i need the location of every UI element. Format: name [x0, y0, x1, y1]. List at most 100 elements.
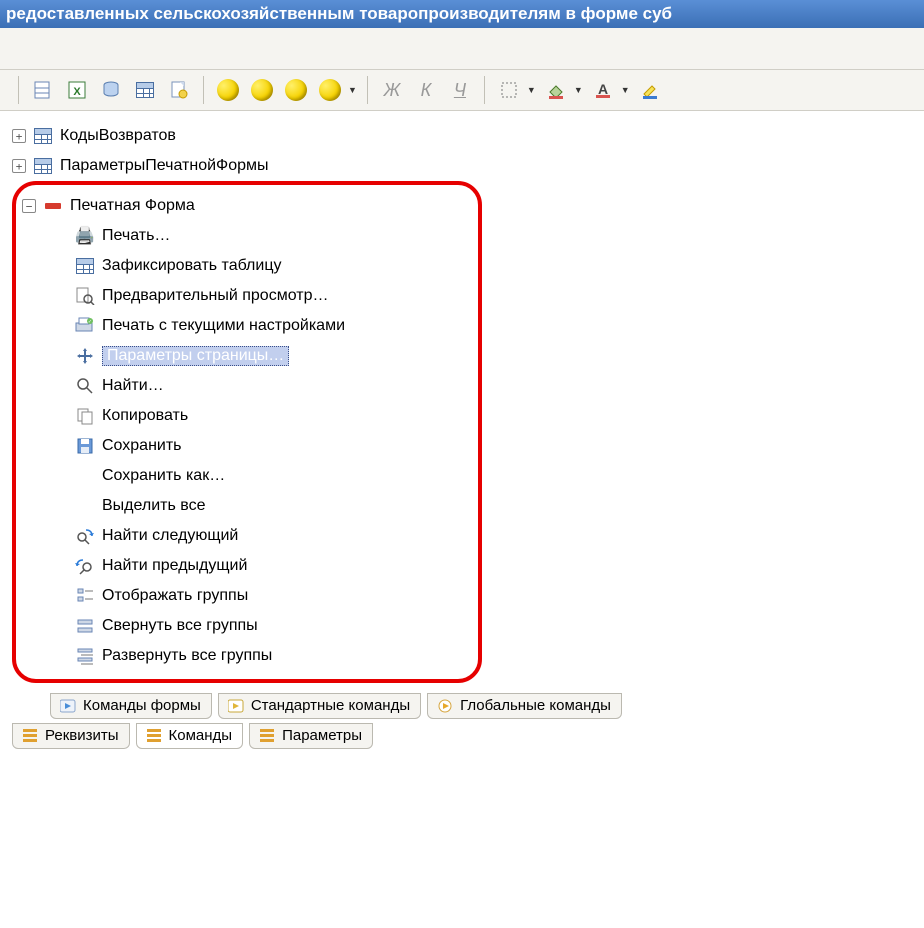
toolbar: X ▼ Ж К Ч ▼ ▼ A ▼ — [0, 70, 924, 111]
note-icon[interactable] — [165, 76, 193, 104]
tree-label: Зафиксировать таблицу — [102, 257, 281, 275]
tree: + КодыВозвратов + ПараметрыПечатнойФормы… — [6, 117, 918, 689]
tree-item[interactable]: Зафиксировать таблицу — [22, 251, 472, 281]
tree-item[interactable]: Сохранить как… — [22, 461, 472, 491]
tree-item[interactable]: Предварительный просмотр… — [22, 281, 472, 311]
move-icon — [74, 346, 96, 366]
tab-commands[interactable]: Команды — [136, 723, 244, 749]
tree-item[interactable]: Найти… — [22, 371, 472, 401]
italic-button[interactable]: К — [412, 76, 440, 104]
tree-item[interactable]: Выделить все — [22, 491, 472, 521]
tree-label: Развернуть все группы — [102, 647, 272, 665]
tree-label: Печать… — [102, 227, 170, 245]
dropdown-arrow-icon[interactable]: ▼ — [621, 85, 630, 95]
play-icon — [59, 699, 77, 713]
preview-icon — [74, 286, 96, 306]
collapse-toggle[interactable]: − — [22, 199, 36, 213]
bold-button[interactable]: Ж — [378, 76, 406, 104]
tree-label: Сохранить как… — [102, 467, 225, 485]
play-yellow-icon — [227, 699, 245, 713]
tree-item[interactable]: Сохранить — [22, 431, 472, 461]
play-orange-icon — [436, 699, 454, 713]
bar-icon — [42, 196, 64, 216]
dropdown-arrow-icon[interactable]: ▼ — [574, 85, 583, 95]
search-prev-icon — [74, 556, 96, 576]
dropdown-arrow-icon[interactable]: ▼ — [348, 85, 357, 95]
toolbar-separator — [367, 76, 368, 104]
tree-label: Предварительный просмотр… — [102, 287, 328, 305]
tree-label: КодыВозвратов — [60, 127, 176, 145]
print-settings-icon: ✓ — [74, 316, 96, 336]
tree-label: ПараметрыПечатнойФормы — [60, 157, 269, 175]
tree-item[interactable]: Копировать — [22, 401, 472, 431]
expand-groups-icon — [74, 646, 96, 666]
bars-icon — [145, 729, 163, 743]
collapse-groups-icon — [74, 616, 96, 636]
tree-item[interactable]: 🖨️ Печать… — [22, 221, 472, 251]
underline-button[interactable]: Ч — [446, 76, 474, 104]
db-icon[interactable] — [97, 76, 125, 104]
tab-label: Команды — [169, 727, 233, 744]
menubar — [0, 28, 924, 70]
search-icon — [74, 376, 96, 396]
tree-label: Выделить все — [102, 497, 205, 515]
svg-text:X: X — [73, 86, 81, 98]
dropdown-arrow-icon[interactable]: ▼ — [527, 85, 536, 95]
tab-label: Реквизиты — [45, 727, 119, 744]
tree-label: Печать с текущими настройками — [102, 317, 345, 335]
content-area: + КодыВозвратов + ПараметрыПечатнойФормы… — [0, 111, 924, 755]
tree-label: Печатная Форма — [70, 197, 195, 215]
tree-item[interactable]: Свернуть все группы — [22, 611, 472, 641]
tree-node[interactable]: + КодыВозвратов — [12, 121, 918, 151]
tree-item[interactable]: ✓ Печать с текущими настройками — [22, 311, 472, 341]
tab-standard-commands[interactable]: Стандартные команды — [218, 693, 421, 719]
tab-form-commands[interactable]: Команды формы — [50, 693, 212, 719]
table-icon — [74, 256, 96, 276]
tree-label: Сохранить — [102, 437, 182, 455]
highlighted-group: − Печатная Форма 🖨️ Печать… Зафиксироват… — [12, 181, 482, 683]
tabs-commands: Команды формы Стандартные команды Глобал… — [6, 689, 918, 719]
border-icon[interactable] — [495, 76, 523, 104]
printer-icon: 🖨️ — [74, 226, 96, 246]
toolbar-separator — [484, 76, 485, 104]
globe-3-icon[interactable] — [282, 76, 310, 104]
search-next-icon — [74, 526, 96, 546]
table-icon — [32, 126, 54, 146]
tab-label: Команды формы — [83, 697, 201, 714]
globe-4-icon[interactable] — [316, 76, 344, 104]
table-icon — [32, 156, 54, 176]
svg-text:✓: ✓ — [88, 319, 92, 325]
tree-label: Параметры страницы… — [102, 346, 289, 366]
tree-item[interactable]: Найти предыдущий — [22, 551, 472, 581]
tree-node[interactable]: + ПараметрыПечатнойФормы — [12, 151, 918, 181]
globe-1-icon[interactable] — [214, 76, 242, 104]
window-title: редоставленных сельскохозяйственным това… — [0, 0, 924, 28]
bars-icon — [258, 729, 276, 743]
table-icon[interactable] — [131, 76, 159, 104]
globe-2-icon[interactable] — [248, 76, 276, 104]
tree-node[interactable]: − Печатная Форма — [22, 191, 472, 221]
excel-icon[interactable]: X — [63, 76, 91, 104]
tree-label: Найти следующий — [102, 527, 238, 545]
copy-icon — [74, 406, 96, 426]
fill-color-icon[interactable] — [542, 76, 570, 104]
tab-parameters[interactable]: Параметры — [249, 723, 373, 749]
toolbar-separator — [18, 76, 19, 104]
tree-item[interactable]: Найти следующий — [22, 521, 472, 551]
highlight-icon[interactable] — [636, 76, 664, 104]
tree-item[interactable]: Отображать группы — [22, 581, 472, 611]
tree-label: Найти предыдущий — [102, 557, 247, 575]
tree-label: Свернуть все группы — [102, 617, 258, 635]
save-icon — [74, 436, 96, 456]
tree-item[interactable]: Развернуть все группы — [22, 641, 472, 671]
doc-grid-icon[interactable] — [29, 76, 57, 104]
tab-label: Параметры — [282, 727, 362, 744]
tab-global-commands[interactable]: Глобальные команды — [427, 693, 622, 719]
tree-item-selected[interactable]: Параметры страницы… — [22, 341, 472, 371]
toolbar-separator — [203, 76, 204, 104]
expand-toggle[interactable]: + — [12, 159, 26, 173]
expand-toggle[interactable]: + — [12, 129, 26, 143]
tab-label: Глобальные команды — [460, 697, 611, 714]
tab-requisites[interactable]: Реквизиты — [12, 723, 130, 749]
font-color-icon[interactable]: A — [589, 76, 617, 104]
